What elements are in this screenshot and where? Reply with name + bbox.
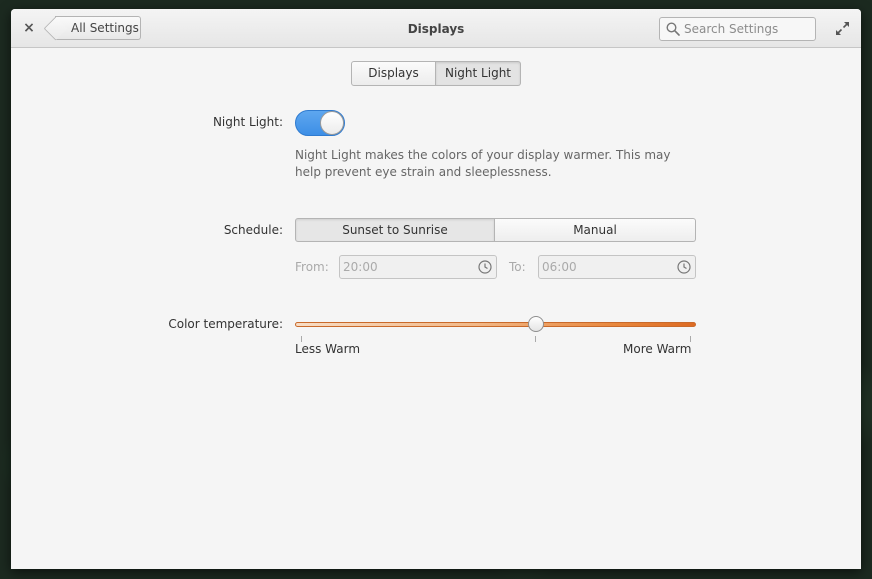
schedule-sunset-to-sunrise[interactable]: Sunset to Sunrise <box>295 218 495 242</box>
switch-knob <box>320 111 344 135</box>
slider-tick-mark <box>535 336 536 342</box>
all-settings-label: All Settings <box>71 21 139 35</box>
search-icon <box>666 22 680 36</box>
all-settings-button[interactable]: All Settings <box>55 16 141 40</box>
more-warm-label: More Warm <box>623 342 692 356</box>
from-time-picker[interactable]: 20:00 <box>339 255 497 279</box>
less-warm-label: Less Warm <box>295 342 361 356</box>
header-bar: × All Settings Displays <box>11 9 861 48</box>
to-time-picker[interactable]: 06:00 <box>538 255 696 279</box>
to-label: To: <box>509 260 526 274</box>
close-button[interactable]: × <box>21 19 37 37</box>
from-time-value: 20:00 <box>343 260 378 274</box>
night-light-switch[interactable] <box>295 110 345 136</box>
slider-handle[interactable] <box>527 316 544 332</box>
search-field[interactable] <box>659 17 816 41</box>
maximize-icon[interactable] <box>835 21 850 36</box>
color-temperature-slider[interactable] <box>295 322 696 327</box>
search-input[interactable] <box>684 20 812 38</box>
clock-icon <box>478 260 492 274</box>
night-light-label: Night Light: <box>212 115 283 129</box>
tab-displays[interactable]: Displays <box>351 61 436 86</box>
schedule-label: Schedule: <box>223 223 283 237</box>
to-time-value: 06:00 <box>542 260 577 274</box>
from-label: From: <box>295 260 329 274</box>
schedule-manual[interactable]: Manual <box>495 218 696 242</box>
color-temperature-label: Color temperature: <box>168 317 283 331</box>
schedule-selector: Sunset to Sunrise Manual <box>295 218 696 242</box>
night-light-description: Night Light makes the colors of your dis… <box>295 148 671 179</box>
settings-window: × All Settings Displays Displays Night L… <box>11 9 861 569</box>
clock-icon <box>677 260 691 274</box>
tab-night-light[interactable]: Night Light <box>436 61 521 86</box>
view-switcher: Displays Night Light <box>351 61 521 86</box>
